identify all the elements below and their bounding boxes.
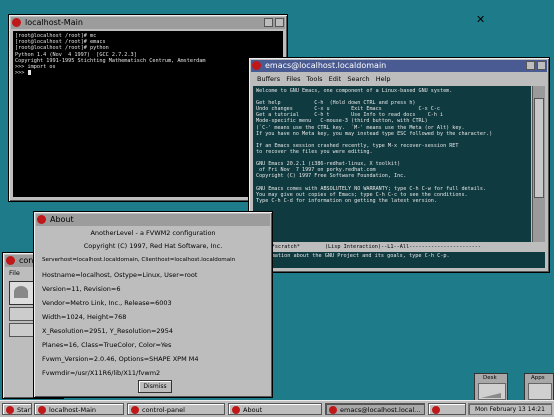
- emacs-minibuffer[interactable]: information about the GNU Project and it…: [253, 252, 545, 268]
- app-icon: [329, 406, 337, 414]
- taskbar-button-control-panel[interactable]: control-panel: [127, 403, 225, 415]
- taskbar-button-label: emacs@localhost.local...: [340, 406, 421, 414]
- minimize-button[interactable]: [264, 18, 273, 27]
- apps-mini-window: [528, 383, 552, 400]
- about-titlebar[interactable]: About: [36, 214, 270, 226]
- desk-mini-window: [478, 383, 506, 400]
- scrollbar-thumb[interactable]: [534, 98, 544, 198]
- about-info-line: Vendor=Metro Link, Inc., Release=6003: [42, 299, 172, 307]
- taskbar: Start localhost-Main control-panel About…: [0, 400, 554, 417]
- terminal-output[interactable]: [root@localhost /root]# mc [root@localhos…: [13, 31, 283, 197]
- menu-files[interactable]: Files: [286, 75, 300, 83]
- about-info-line: Fvwm_Version=2.0.46, Options=SHAPE XPM M…: [42, 355, 199, 363]
- start-button[interactable]: Start: [2, 403, 32, 415]
- dismiss-button[interactable]: Dismiss: [138, 380, 172, 393]
- emacs-menubar: Buffers Files Tools Edit Search Help: [253, 74, 545, 85]
- emacs-title: emacs@localhost.localdomain: [265, 61, 387, 70]
- desk-label: Desk: [483, 375, 497, 381]
- menu-search[interactable]: Search: [347, 75, 369, 83]
- app-icon: [232, 406, 240, 414]
- app-icon: [38, 406, 46, 414]
- menu-edit[interactable]: Edit: [329, 75, 342, 83]
- emacs-window: emacs@localhost.localdomain Buffers File…: [248, 57, 550, 273]
- maximize-button[interactable]: [275, 18, 284, 27]
- taskbar-button-label: About: [243, 406, 263, 414]
- taskbar-button-localhost-main[interactable]: localhost-Main: [34, 403, 124, 415]
- emacs-buffer-text[interactable]: Welcome to GNU Emacs, one component of a…: [253, 86, 531, 242]
- minimize-button[interactable]: [526, 61, 535, 70]
- emacs-modeline: --:- *scratch* (Lisp Interaction)--L1--A…: [253, 243, 545, 251]
- app-icon: [432, 406, 440, 414]
- taskbar-button-about[interactable]: About: [228, 403, 322, 415]
- taskbar-clock: Mon February 13 14:21: [468, 403, 552, 415]
- taskbar-button-label: control-panel: [142, 406, 185, 414]
- about-info-line: Planes=16, Class=TrueColor, Color=Yes: [42, 341, 172, 349]
- maximize-button[interactable]: [537, 61, 546, 70]
- app-icon-2[interactable]: [9, 307, 35, 321]
- taskbar-empty-slot[interactable]: [428, 403, 466, 415]
- window-menu-icon[interactable]: [252, 61, 261, 70]
- window-menu-icon[interactable]: [12, 18, 21, 27]
- menu-buffers[interactable]: Buffers: [257, 75, 280, 83]
- about-info-line: Version=11, Revision=6: [42, 285, 121, 293]
- window-menu-icon[interactable]: [37, 215, 46, 224]
- taskbar-button-label: localhost-Main: [49, 406, 97, 414]
- menu-help[interactable]: Help: [376, 75, 391, 83]
- terminal-monitor-icon[interactable]: [9, 281, 35, 305]
- about-heading: AnotherLevel - a FVWM2 configuration: [90, 229, 216, 237]
- window-menu-icon[interactable]: [6, 256, 15, 265]
- desk-pager[interactable]: Desk: [474, 373, 508, 401]
- menu-tools[interactable]: Tools: [307, 75, 323, 83]
- emacs-scrollbar[interactable]: [532, 86, 545, 242]
- xterm-titlebar[interactable]: localhost-Main: [11, 17, 285, 29]
- xterm-title: localhost-Main: [25, 18, 83, 27]
- terminal-line: >>>: [15, 70, 281, 76]
- about-title: About: [50, 215, 74, 224]
- app-icon: [131, 406, 139, 414]
- emacs-titlebar[interactable]: emacs@localhost.localdomain: [251, 60, 547, 72]
- about-info-line: Fvwmdir=/usr/X11R6/lib/X11/fvwm2: [42, 369, 161, 377]
- about-info-line: Width=1024, Height=768: [42, 313, 127, 321]
- redhat-icon: [6, 406, 14, 414]
- file-menu[interactable]: File: [9, 269, 20, 277]
- about-copyright: Copyright (C) 1997, Red Hat Software, In…: [83, 242, 223, 250]
- about-info-line: Serverhost=localhost.localdomain, Client…: [42, 257, 236, 263]
- xterm-window: localhost-Main [root@localhost /root]# m…: [8, 14, 288, 202]
- terminal-cursor: [27, 70, 31, 76]
- apps-label: Apps: [531, 375, 545, 381]
- about-info-line: X_Resolution=2951, Y_Resolution=2954: [42, 327, 173, 335]
- apps-pager[interactable]: Apps: [524, 373, 554, 401]
- app-icon-3[interactable]: [9, 323, 35, 337]
- about-info-line: Hostname=localhost, Ostype=Linux, User=r…: [42, 271, 198, 279]
- taskbar-button-emacs[interactable]: emacs@localhost.local...: [325, 403, 425, 415]
- desktop-close-icon[interactable]: ✕: [476, 13, 485, 26]
- about-window: About AnotherLevel - a FVWM2 configurati…: [33, 211, 273, 398]
- start-label: Start: [17, 406, 32, 414]
